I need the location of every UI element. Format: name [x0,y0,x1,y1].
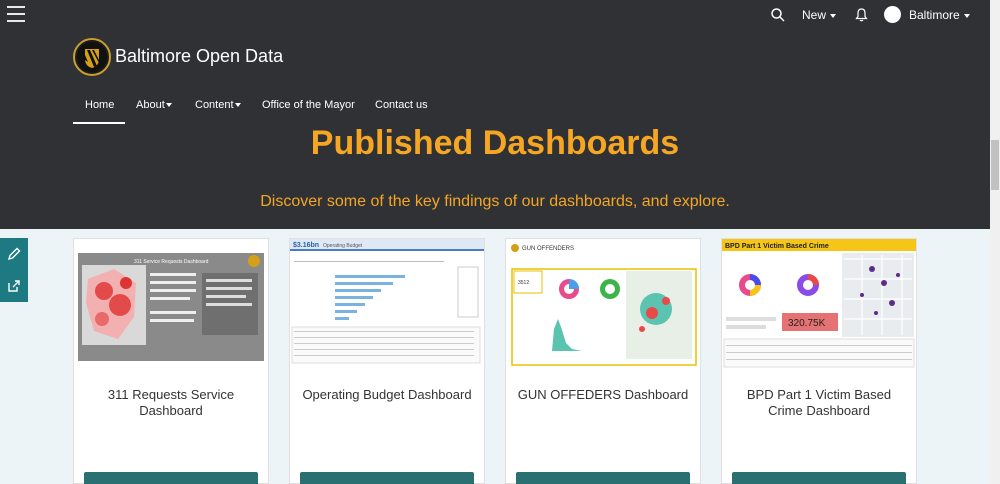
site-title[interactable]: Baltimore Open Data [115,46,283,67]
page-title: Published Dashboards [310,124,680,162]
search-icon[interactable] [771,8,785,22]
view-dashboard-button[interactable] [84,472,258,484]
user-menu-label: Baltimore [909,8,960,22]
chevron-down-icon [830,13,837,18]
dashboard-card-311[interactable]: 311 Service Requests Dashboard 311 Reque… [73,238,269,484]
dashboard-card-bpd-crime[interactable]: BPD Part 1 Victim Based Crime 320.75K BP… [721,238,917,484]
page-subtitle: Discover some of the key findings of our… [260,193,730,210]
new-menu-label: New [802,8,827,22]
thumbnail-heading: BPD Part 1 Victim Based Crime [725,243,829,250]
crime-total-kpi: 320.75K [788,318,826,329]
thumbnail-heading: GUN OFFENDERS [522,246,574,252]
nav-office-of-the-mayor[interactable]: Office of the Mayor [262,99,355,111]
pencil-icon [7,247,21,261]
dashboard-thumbnail[interactable]: GUN OFFENDERS 3512 [506,239,700,369]
city-seal-logo[interactable] [73,38,111,76]
view-dashboard-button[interactable] [516,472,690,484]
avatar[interactable] [884,6,901,23]
page-scrollbar[interactable] [990,0,1000,484]
card-title[interactable]: GUN OFFEDERS Dashboard [516,387,690,403]
thumbnail-heading: $3.16bn [293,242,319,249]
nav-content[interactable]: Content [195,99,241,111]
edit-tool[interactable] [0,238,28,270]
new-menu[interactable]: New [802,8,837,22]
view-dashboard-button[interactable] [300,472,474,484]
hero-banner: New Baltimore Baltimore Open Data Home A… [0,0,990,229]
view-dashboard-button[interactable] [732,472,906,484]
offender-count: 3512 [518,280,529,286]
share-tool[interactable] [0,270,28,302]
chevron-down-icon [165,103,172,108]
dashboard-thumbnail[interactable]: $3.16bn Operating Budget [290,239,484,369]
dashboard-card-gun-offenders[interactable]: GUN OFFENDERS 3512 GUN OFFEDERS Dashboar… [505,238,701,484]
card-title[interactable]: BPD Part 1 Victim Based Crime Dashboard [732,387,906,419]
share-icon [8,280,20,292]
dashboard-card-operating-budget[interactable]: $3.16bn Operating Budget Operating Budge… [289,238,485,484]
card-title[interactable]: Operating Budget Dashboard [300,387,474,403]
menu-icon[interactable] [7,6,25,22]
nav-home[interactable]: Home [85,99,114,111]
bell-icon[interactable] [855,8,868,22]
nav-content-label: Content [195,99,234,111]
thumbnail-heading: 311 Service Requests Dashboard [134,259,209,265]
thumbnail-subheading: Operating Budget [323,243,363,249]
nav-about[interactable]: About [136,99,172,111]
nav-about-label: About [136,99,165,111]
dashboard-thumbnail[interactable]: 311 Service Requests Dashboard [74,239,268,369]
dashboard-thumbnail[interactable]: BPD Part 1 Victim Based Crime 320.75K [722,239,916,369]
chevron-down-icon [234,103,241,108]
card-title[interactable]: 311 Requests Service Dashboard [84,387,258,419]
user-menu[interactable]: Baltimore [909,8,970,22]
chevron-down-icon [963,13,970,18]
nav-contact-us[interactable]: Contact us [375,99,428,111]
top-bar: New Baltimore [0,0,990,32]
scrollbar-thumb[interactable] [991,140,999,190]
